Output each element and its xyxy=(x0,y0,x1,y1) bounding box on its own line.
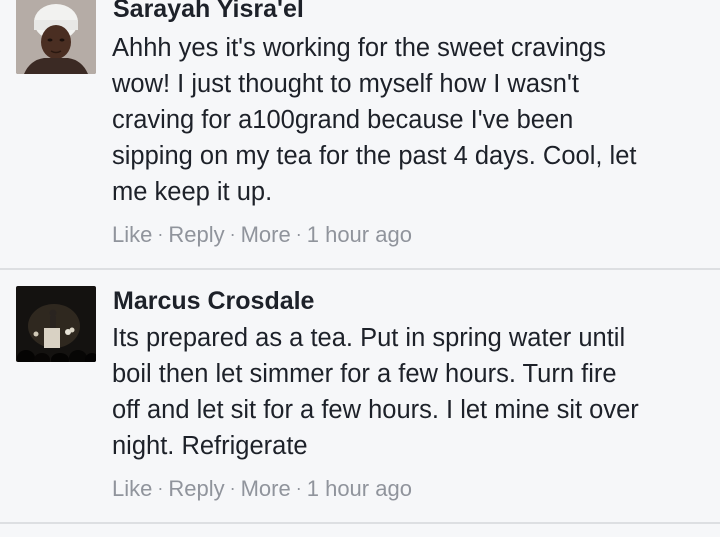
like-link[interactable]: Like xyxy=(112,222,152,247)
comment-item: Marcus Crosdale Its prepared as a tea. P… xyxy=(0,270,720,522)
comment-text: Its prepared as a tea. Put in spring wat… xyxy=(112,324,639,460)
more-link[interactable]: More xyxy=(241,476,291,501)
separator-dot: · xyxy=(295,478,302,498)
comment-text: Ahhh yes it's working for the sweet crav… xyxy=(112,34,637,206)
separator-dot: · xyxy=(229,478,236,498)
avatar[interactable] xyxy=(16,0,96,74)
separator-dot: · xyxy=(229,224,236,244)
timestamp-link[interactable]: 1 hour ago xyxy=(307,222,412,247)
avatar-photo-icon xyxy=(16,286,96,362)
separator-dot: · xyxy=(295,224,302,244)
comment-feed: Sarayah Yisra'el Ahhh yes it's working f… xyxy=(0,0,720,537)
divider xyxy=(0,522,720,524)
reply-link[interactable]: Reply xyxy=(168,476,224,501)
comment-item: Sarayah Yisra'el Ahhh yes it's working f… xyxy=(0,0,720,268)
separator-dot: · xyxy=(157,224,164,244)
avatar-photo-icon xyxy=(16,0,96,74)
more-link[interactable]: More xyxy=(241,222,291,247)
comment-actions: Like · Reply · More · 1 hour ago xyxy=(112,476,412,502)
avatar[interactable] xyxy=(16,286,96,362)
comment-actions: Like · Reply · More · 1 hour ago xyxy=(112,222,412,248)
comment-author[interactable]: Sarayah Yisra'el xyxy=(113,0,304,24)
separator-dot: · xyxy=(157,478,164,498)
timestamp-link[interactable]: 1 hour ago xyxy=(307,476,412,501)
reply-link[interactable]: Reply xyxy=(168,222,224,247)
comment-author[interactable]: Marcus Crosdale xyxy=(113,287,314,316)
like-link[interactable]: Like xyxy=(112,476,152,501)
